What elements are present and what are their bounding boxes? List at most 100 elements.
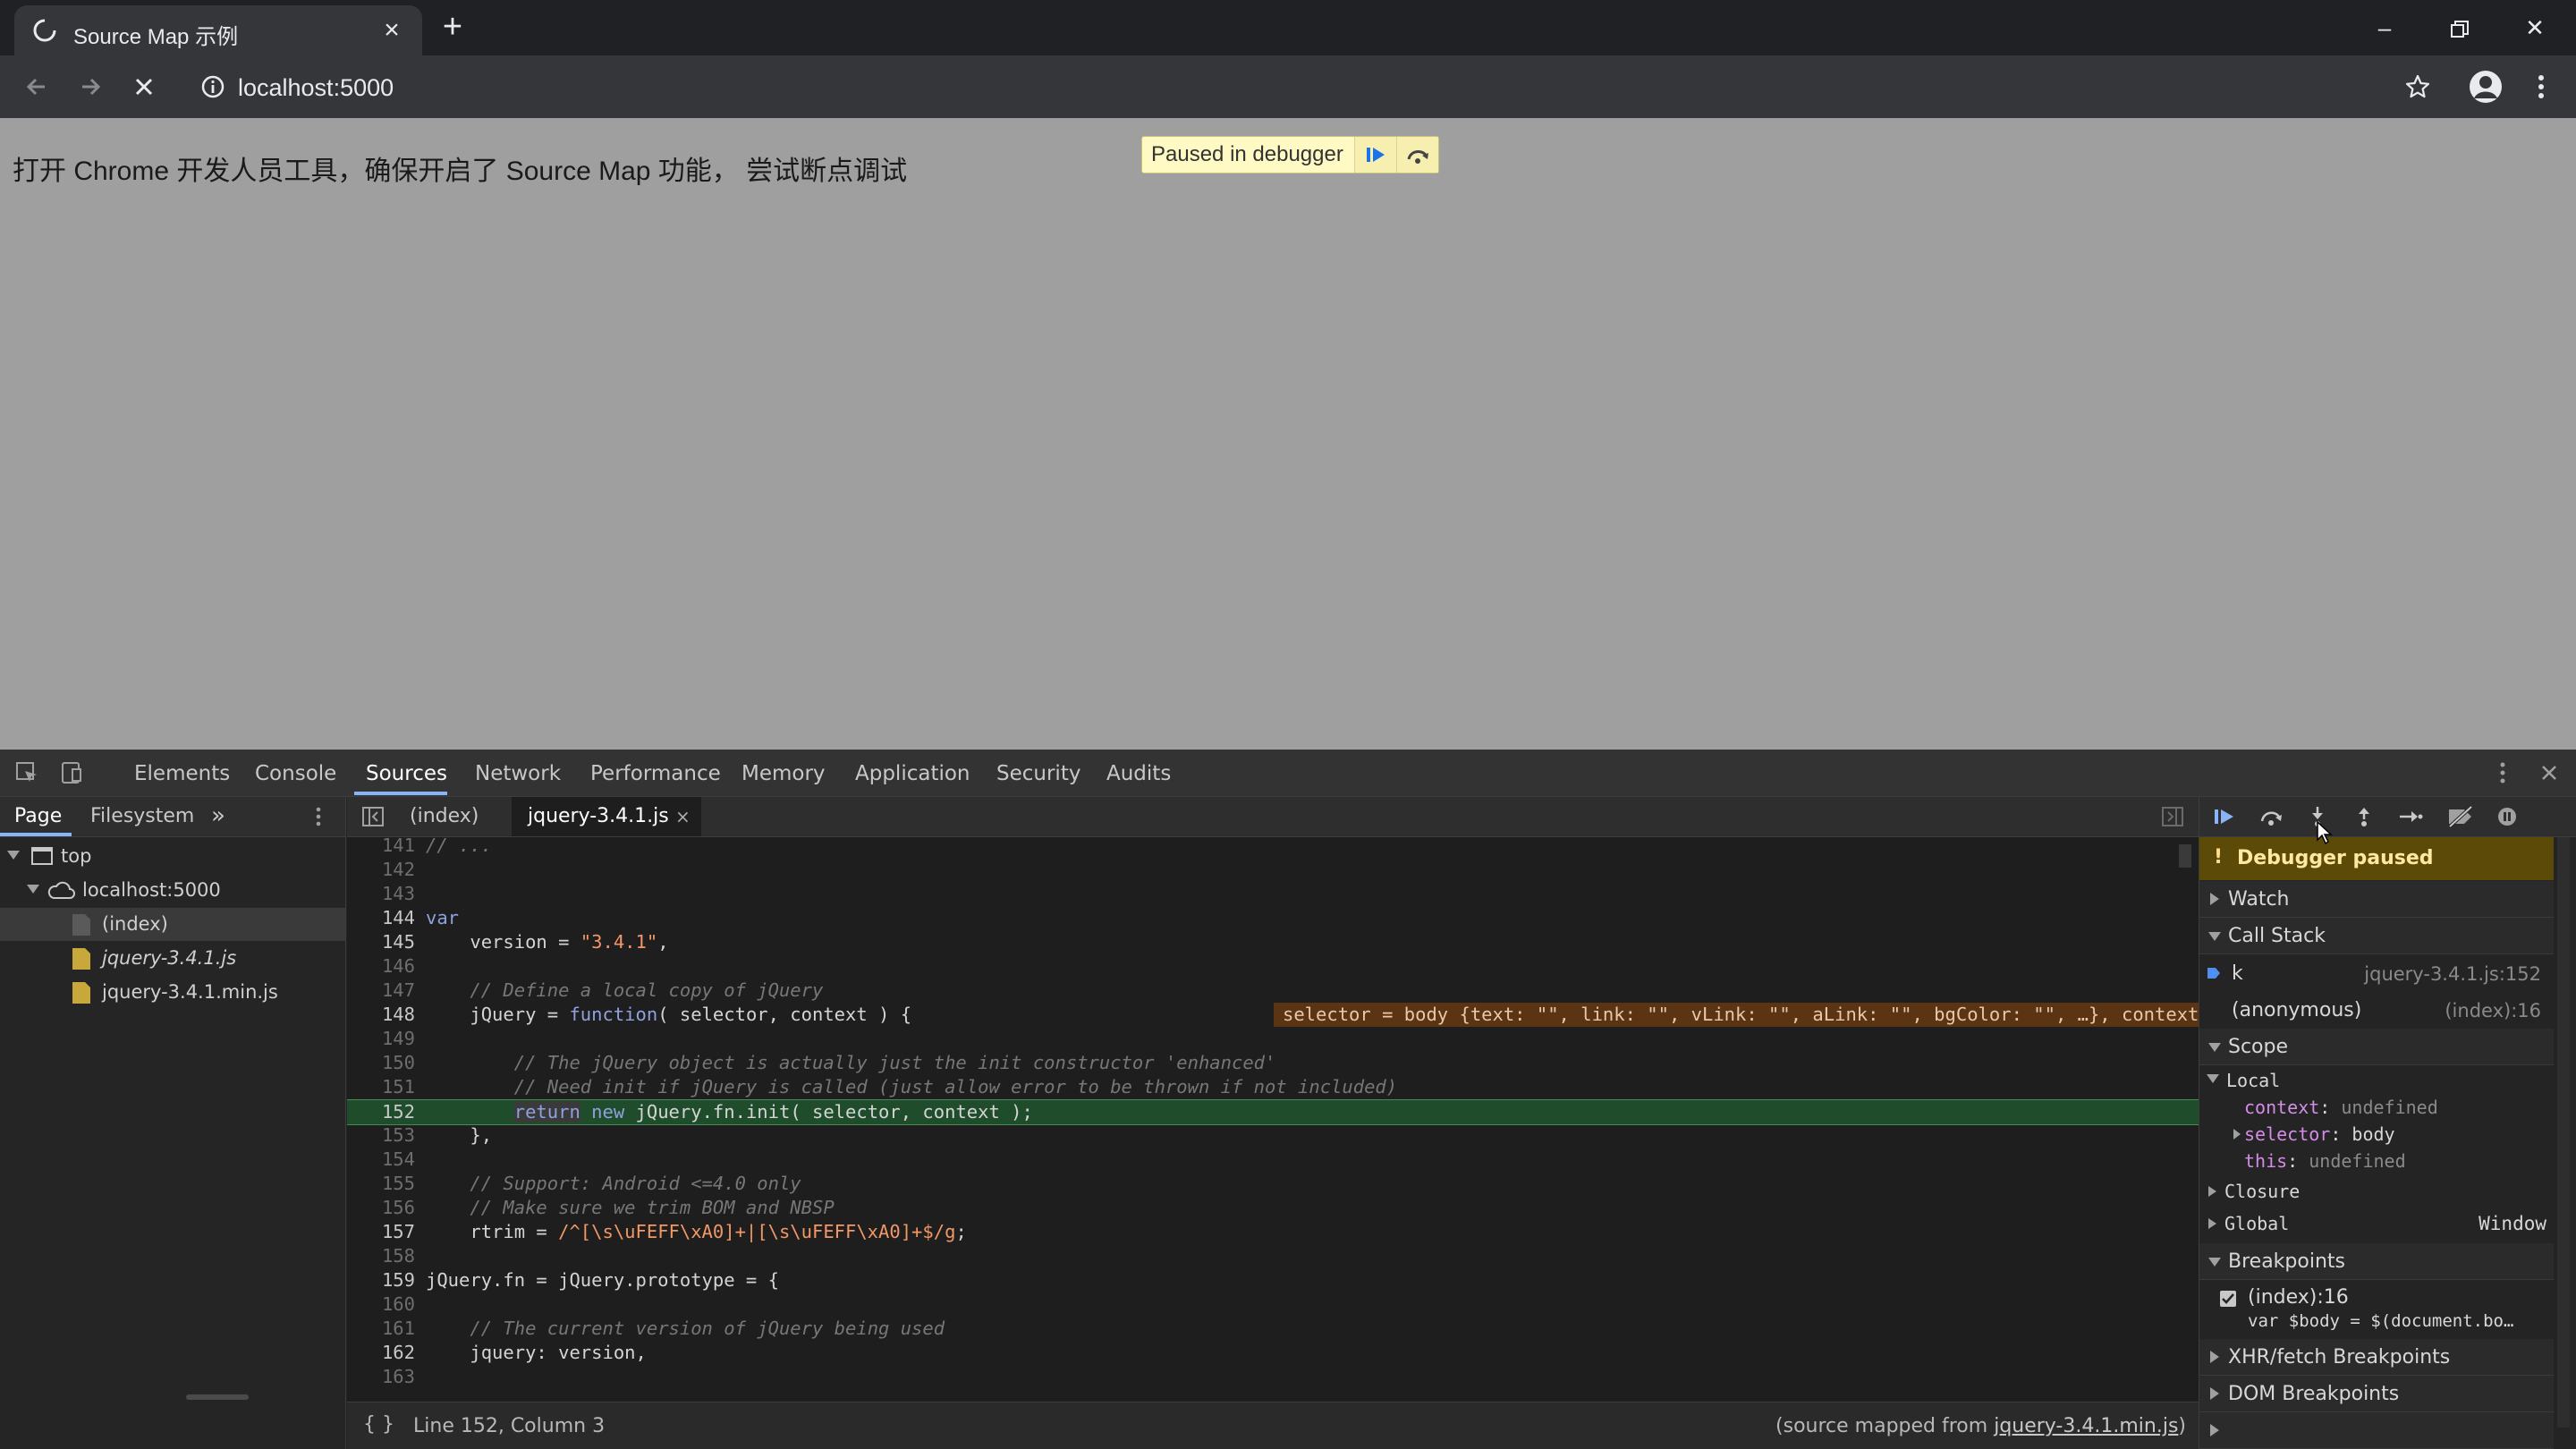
tab-filesystem[interactable]: Filesystem xyxy=(90,805,194,827)
inspect-element-button[interactable] xyxy=(13,758,41,787)
code-lines[interactable]: 141// ... 142 143 144 var 145 version = "… xyxy=(347,837,2199,1399)
step-icon xyxy=(2400,811,2423,822)
section-call-stack[interactable]: Call Stack xyxy=(2199,918,2554,954)
call-frame-current[interactable]: k jquery-3.4.1.js:152 xyxy=(2199,955,2554,991)
tab-console[interactable]: Console xyxy=(255,762,336,785)
minimize-button[interactable]: – xyxy=(2347,0,2422,55)
bookmark-star-button[interactable] xyxy=(2397,66,2438,107)
scope-local-label: Local xyxy=(2226,1070,2281,1091)
frame-location[interactable]: (index):16 xyxy=(2445,1000,2541,1021)
address-bar[interactable]: localhost:5000 xyxy=(186,64,2422,110)
url-text[interactable]: localhost:5000 xyxy=(238,74,394,102)
editor-tab-index[interactable]: (index) xyxy=(410,797,479,836)
breakpoint-checkbox[interactable] xyxy=(2219,1290,2237,1308)
close-window-button[interactable]: ✕ xyxy=(2497,0,2572,55)
step-over-button[interactable] xyxy=(2255,802,2287,831)
code-line: 160 xyxy=(381,1293,415,1315)
tab-application[interactable]: Application xyxy=(855,762,970,785)
tab-network[interactable]: Network xyxy=(475,762,561,785)
tab-audits[interactable]: Audits xyxy=(1106,762,1171,785)
paused-status-text: Debugger paused xyxy=(2237,847,2434,869)
code-line: 157 rtrim = /^[\s\uFEFF\xA0]+|[\s\uFEFF\… xyxy=(381,1221,967,1242)
mouse-cursor-icon xyxy=(2317,820,2333,845)
device-icon xyxy=(62,762,81,784)
code-line: 151 // Need init if jQuery is called (ju… xyxy=(381,1076,1398,1097)
resume-overlay-button[interactable] xyxy=(1353,137,1396,173)
forward-button[interactable] xyxy=(70,66,111,107)
resume-button[interactable] xyxy=(2208,802,2241,831)
sidebar-scrollbar[interactable] xyxy=(2557,837,2570,1428)
frame-location[interactable]: jquery-3.4.1.js:152 xyxy=(2364,963,2541,985)
restore-button[interactable] xyxy=(2422,0,2497,55)
paused-in-debugger-overlay: Paused in debugger xyxy=(1141,136,1439,174)
source-map-link[interactable]: jquery-3.4.1.min.js xyxy=(1994,1415,2178,1437)
navigator-menu-icon[interactable] xyxy=(315,806,322,827)
info-icon: ! xyxy=(2214,846,2224,869)
call-frame[interactable]: (anonymous) (index):16 xyxy=(2199,992,2554,1028)
tree-item-jquery-min-js[interactable]: jquery-3.4.1.min.js xyxy=(0,976,345,1009)
section-xhr-breakpoints[interactable]: XHR/fetch Breakpoints xyxy=(2199,1339,2554,1376)
tab-security[interactable]: Security xyxy=(996,762,1080,785)
section-watch[interactable]: Watch xyxy=(2199,881,2554,918)
tab-performance[interactable]: Performance xyxy=(590,762,721,785)
breakpoint-item[interactable]: (index):16 var $body = $(document.bo… xyxy=(2199,1281,2554,1336)
pause-on-exceptions-button[interactable] xyxy=(2491,802,2523,831)
close-tab-icon[interactable]: × xyxy=(374,13,410,48)
browser-tab[interactable]: Source Map 示例 × xyxy=(14,5,422,55)
back-button[interactable] xyxy=(16,66,57,107)
tree-item-jquery-js[interactable]: jquery-3.4.1.js xyxy=(0,942,345,975)
variable-name: this xyxy=(2244,1150,2288,1172)
section-global-listeners[interactable] xyxy=(2199,1412,2554,1449)
variable-name: context xyxy=(2244,1097,2320,1118)
scope-global[interactable]: Global Window xyxy=(2199,1208,2554,1240)
devtools-menu-button[interactable] xyxy=(2488,758,2517,787)
profile-button[interactable] xyxy=(2465,66,2506,107)
collapsed-triangle-icon xyxy=(2210,1424,2219,1436)
section-scope[interactable]: Scope xyxy=(2199,1029,2554,1065)
pretty-print-button[interactable]: { } xyxy=(363,1413,394,1436)
tree-label: jquery-3.4.1.min.js xyxy=(102,981,278,1003)
breakpoint-location: (index):16 xyxy=(2248,1286,2349,1309)
section-breakpoints[interactable]: Breakpoints xyxy=(2199,1243,2554,1280)
frame-name: k xyxy=(2232,962,2243,985)
site-info-icon[interactable] xyxy=(199,72,227,101)
more-tabs-chevron-icon[interactable]: » xyxy=(211,802,225,829)
stop-loading-button[interactable] xyxy=(123,66,165,107)
scope-variable[interactable]: this: undefined xyxy=(2199,1147,2554,1174)
kebab-menu-icon xyxy=(2538,75,2544,98)
navigator-scrollbar[interactable] xyxy=(186,1394,249,1400)
scope-variable[interactable]: selector: body xyxy=(2199,1120,2554,1147)
section-dom-breakpoints[interactable]: DOM Breakpoints xyxy=(2199,1376,2554,1412)
section-title: DOM Breakpoints xyxy=(2228,1383,2400,1405)
loading-spinner-icon xyxy=(33,19,56,42)
new-tab-button[interactable]: + xyxy=(435,9,470,45)
code-line: 161 // The current version of jQuery bei… xyxy=(381,1318,945,1339)
tab-memory[interactable]: Memory xyxy=(741,762,826,785)
code-line: 154 xyxy=(381,1148,415,1170)
paused-label: Paused in debugger xyxy=(1151,142,1343,166)
step-button[interactable] xyxy=(2394,802,2427,831)
expanded-triangle-icon xyxy=(2208,1043,2221,1052)
step-out-button[interactable] xyxy=(2348,802,2380,831)
chrome-menu-button[interactable] xyxy=(2521,66,2562,107)
step-over-overlay-button[interactable] xyxy=(1395,137,1438,173)
scope-closure[interactable]: Closure xyxy=(2199,1175,2554,1208)
collapsed-triangle-icon xyxy=(2208,1186,2216,1197)
tree-item-top[interactable]: top xyxy=(0,840,345,873)
scope-local[interactable]: Local xyxy=(2199,1065,2554,1094)
code-line: 144 var xyxy=(381,907,460,928)
tab-sources[interactable]: Sources xyxy=(366,762,447,785)
device-toolbar-button[interactable] xyxy=(57,758,86,787)
close-devtools-button[interactable] xyxy=(2535,758,2563,787)
toggle-navigator-icon[interactable] xyxy=(361,806,385,827)
toggle-debugger-icon[interactable] xyxy=(2161,806,2184,827)
scope-variable[interactable]: context: undefined xyxy=(2199,1093,2554,1120)
editor-tab-jquery[interactable]: jquery-3.4.1.js × xyxy=(512,797,701,836)
deactivate-breakpoints-button[interactable] xyxy=(2445,802,2477,831)
tree-item-index[interactable]: (index) xyxy=(0,908,345,941)
tab-page[interactable]: Page xyxy=(14,805,62,827)
tab-elements[interactable]: Elements xyxy=(134,762,230,785)
tree-item-host[interactable]: localhost:5000 xyxy=(0,874,345,907)
close-editor-tab-icon[interactable]: × xyxy=(675,797,691,836)
editor-scrollbar[interactable] xyxy=(2179,844,2191,868)
